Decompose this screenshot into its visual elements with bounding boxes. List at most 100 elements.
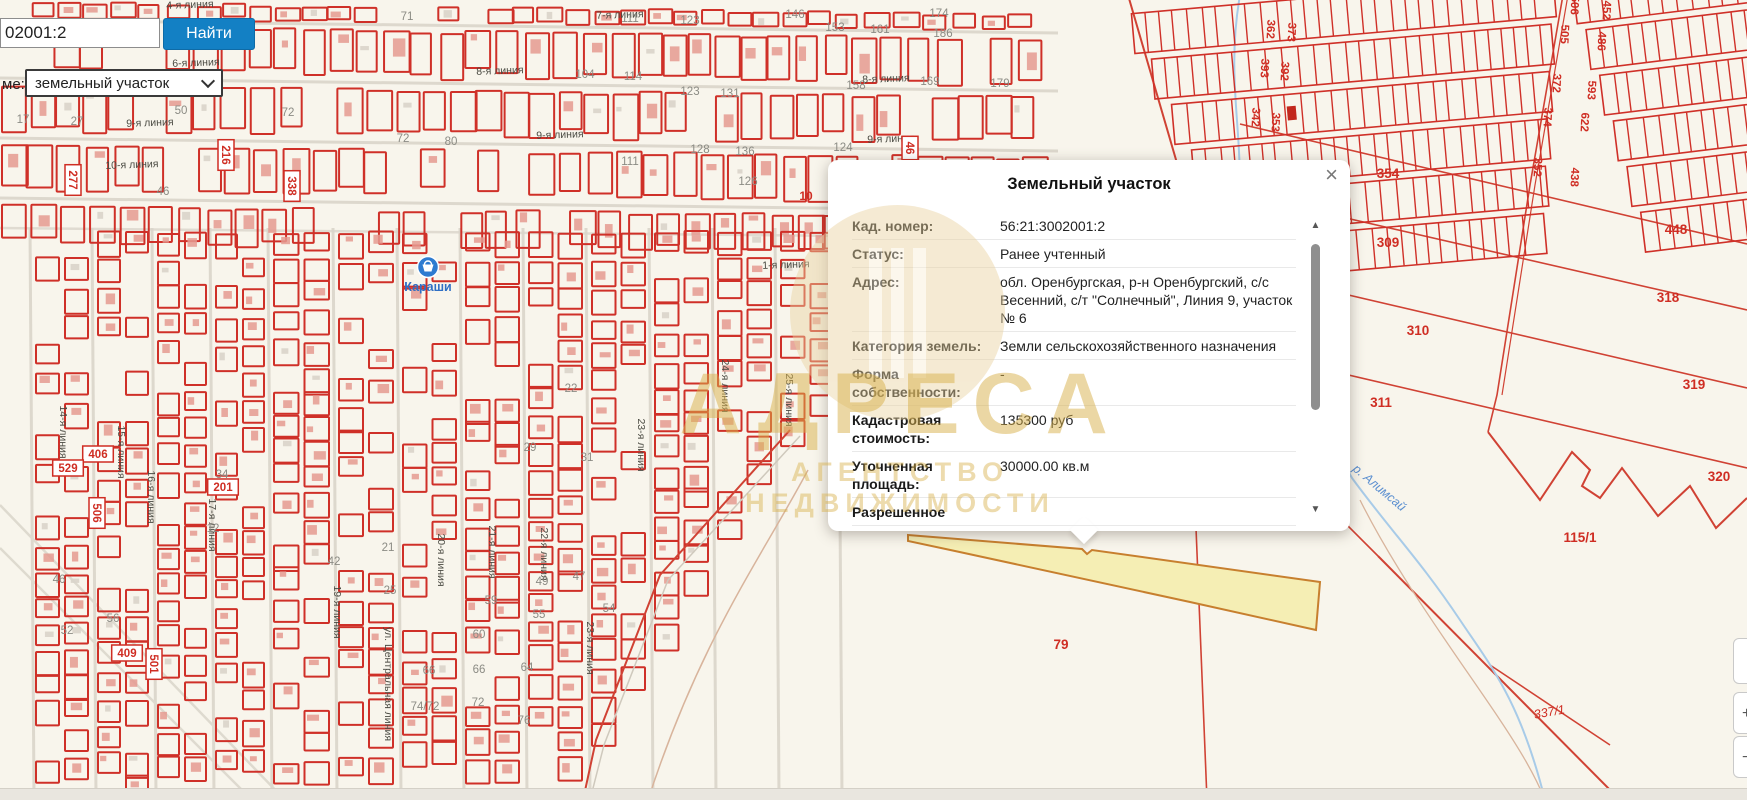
svg-text:277: 277 (66, 170, 78, 189)
svg-text:21-я линия: 21-я линия (486, 525, 498, 578)
svg-text:393: 393 (1258, 58, 1271, 78)
info-row: Кад. номер:56:21:3002001:2 (852, 212, 1296, 240)
svg-text:506: 506 (1568, 0, 1581, 15)
zoom-in-button[interactable]: + (1733, 692, 1747, 734)
map-layers-button[interactable] (1733, 638, 1747, 684)
popup-scrollbar[interactable]: ▲ ▼ (1309, 220, 1322, 515)
poi-marker[interactable] (418, 257, 439, 278)
cadastral-search-input[interactable] (0, 18, 160, 48)
svg-text:123: 123 (680, 15, 699, 27)
object-type-value: земельный участок (35, 75, 169, 92)
info-row: Статус:Ранее учтенный (852, 240, 1296, 268)
svg-text:452: 452 (1600, 0, 1613, 20)
svg-text:186: 186 (933, 28, 952, 40)
svg-text:72: 72 (472, 697, 485, 709)
svg-text:338: 338 (285, 176, 297, 196)
svg-text:353: 353 (1269, 112, 1282, 132)
svg-text:153: 153 (825, 22, 844, 34)
svg-text:505: 505 (1557, 24, 1570, 44)
svg-text:174: 174 (929, 8, 949, 20)
svg-text:52: 52 (61, 625, 74, 637)
svg-text:318: 318 (1657, 290, 1680, 305)
svg-text:22-я линия: 22-я линия (538, 527, 550, 580)
svg-text:50: 50 (175, 105, 188, 117)
svg-text:128: 128 (690, 144, 709, 156)
svg-text:201: 201 (213, 482, 233, 494)
svg-text:74/72: 74/72 (411, 701, 440, 713)
svg-text:319: 319 (1683, 377, 1706, 392)
svg-text:216: 216 (219, 145, 231, 164)
svg-text:59: 59 (485, 595, 498, 607)
svg-text:31: 31 (581, 452, 594, 464)
svg-text:123: 123 (680, 86, 699, 98)
scroll-thumb[interactable] (1311, 244, 1320, 410)
svg-text:354: 354 (1377, 166, 1400, 181)
svg-text:12: 12 (207, 523, 220, 535)
svg-text:1-я линия: 1-я линия (762, 258, 810, 272)
svg-text:56: 56 (107, 613, 120, 625)
svg-text:146: 146 (785, 9, 804, 21)
close-icon[interactable]: × (1325, 164, 1338, 186)
svg-text:374: 374 (1540, 107, 1553, 127)
svg-text:372: 372 (1550, 73, 1563, 93)
zoom-out-button[interactable]: − (1733, 736, 1747, 778)
object-type-select[interactable]: земельный участок (25, 69, 223, 97)
svg-text:66: 66 (473, 664, 486, 676)
svg-text:10: 10 (799, 189, 813, 203)
svg-text:23-я линия: 23-я линия (635, 418, 647, 471)
svg-text:46: 46 (903, 142, 915, 155)
svg-text:47: 47 (573, 571, 586, 583)
svg-text:66: 66 (423, 665, 436, 677)
svg-text:111: 111 (621, 156, 638, 168)
selected-parcel[interactable] (908, 535, 1320, 630)
svg-text:310: 310 (1407, 323, 1430, 338)
svg-text:42: 42 (328, 556, 341, 568)
svg-text:46: 46 (157, 186, 170, 198)
svg-text:409: 409 (117, 648, 136, 660)
svg-text:342: 342 (1249, 107, 1262, 127)
svg-text:72: 72 (282, 107, 295, 119)
svg-text:54: 54 (603, 603, 616, 615)
info-row: Уточненная площадь:30000.00 кв.м (852, 452, 1296, 498)
svg-text:486: 486 (1595, 31, 1608, 51)
svg-text:25: 25 (384, 585, 397, 597)
svg-text:20-я линия: 20-я линия (435, 533, 447, 586)
svg-text:9-я линия: 9-я линия (126, 116, 174, 130)
svg-text:16-я линия: 16-я линия (145, 470, 157, 523)
popup-title: Земельный участок (828, 160, 1350, 194)
svg-text:373: 373 (1285, 22, 1298, 42)
svg-text:124: 124 (833, 142, 853, 154)
info-row: Категория земель:Земли сельскохозяйствен… (852, 332, 1296, 360)
map-footer (0, 788, 1747, 800)
svg-text:529: 529 (58, 463, 77, 475)
svg-text:438: 438 (1567, 167, 1580, 187)
find-button[interactable]: Найти (163, 18, 255, 50)
svg-text:6-я линия: 6-я линия (172, 56, 220, 70)
svg-text:448: 448 (1665, 222, 1688, 237)
svg-text:49: 49 (536, 576, 549, 588)
svg-text:79: 79 (1053, 637, 1068, 652)
svg-text:506: 506 (90, 503, 102, 522)
svg-text:ул. Центральная линия: ул. Центральная линия (382, 627, 394, 741)
svg-text:8-я линия: 8-я линия (476, 64, 524, 78)
scroll-down-icon[interactable]: ▼ (1309, 504, 1322, 515)
svg-text:19-я линия: 19-я линия (331, 585, 343, 638)
svg-text:311: 311 (1370, 395, 1392, 410)
svg-text:501: 501 (147, 654, 159, 674)
svg-text:60: 60 (473, 629, 486, 641)
svg-text:352: 352 (1531, 157, 1544, 177)
scroll-up-icon[interactable]: ▲ (1309, 220, 1322, 231)
chevron-down-icon (201, 74, 215, 88)
svg-text:21: 21 (382, 542, 395, 554)
svg-text:169: 169 (920, 76, 939, 88)
svg-text:136: 136 (735, 146, 754, 158)
svg-text:115/1: 115/1 (1563, 530, 1597, 545)
svg-text:17: 17 (17, 114, 30, 126)
svg-text:593: 593 (1585, 80, 1598, 100)
parcel-info-popup: Земельный участок × Кад. номер:56:21:300… (828, 160, 1350, 531)
svg-text:392: 392 (1278, 61, 1291, 81)
info-row: Адрес:обл. Оренбургская, р-н Оренбургски… (852, 268, 1296, 332)
svg-text:Караши: Караши (404, 280, 451, 294)
info-row: Разрешенное (852, 498, 1296, 526)
svg-text:161: 161 (870, 24, 889, 36)
